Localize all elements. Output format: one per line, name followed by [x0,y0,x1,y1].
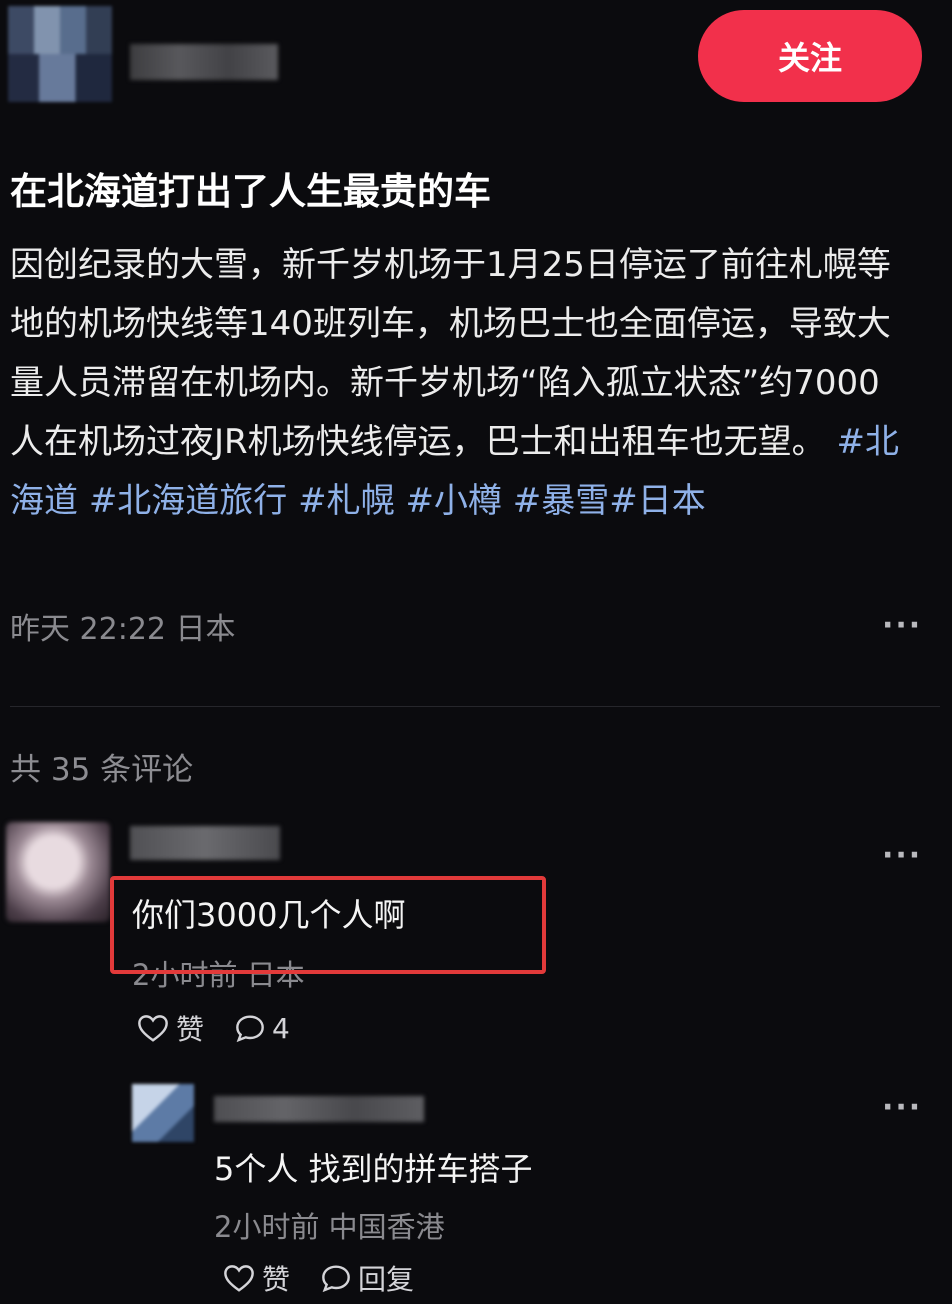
post-title: 在北海道打出了人生最贵的车 [10,170,491,213]
reply-count: 4 [272,1011,290,1045]
more-icon[interactable]: ··· [882,1090,922,1125]
post-detail-page: 关注 在北海道打出了人生最贵的车 因创纪录的大雪，新千岁机场于1月25日停运了前… [0,0,952,1304]
post-header: 关注 [0,0,952,110]
reply-label: 回复 [358,1263,415,1296]
like-button[interactable]: 赞 [136,1008,204,1048]
post-tag[interactable]: #北海道旅行 [89,481,288,521]
post-tag[interactable]: #札幌 [298,481,395,521]
like-button[interactable]: 赞 [222,1258,290,1298]
reply-time: 2小时前 [214,1210,320,1244]
reply-button[interactable]: 回复 [320,1258,414,1298]
more-icon[interactable]: ··· [882,838,922,873]
post-tag[interactable]: #日本 [609,481,706,521]
author-avatar[interactable] [8,6,112,102]
reply-location: 中国香港 [328,1210,445,1244]
comment-count: 共 35 条评论 [10,752,194,788]
divider [10,706,940,707]
highlight-box [110,876,546,974]
like-label: 赞 [176,1013,205,1046]
more-icon[interactable]: ··· [882,608,922,643]
reply-meta: 2小时前 中国香港 [214,1204,445,1246]
replier-avatar[interactable] [132,1084,194,1142]
replier-name-blurred[interactable] [214,1096,424,1122]
comment-bubble-icon [322,1265,350,1293]
comment-actions: 赞 4 [136,1008,320,1048]
post-location: 日本 [175,612,236,647]
like-label: 赞 [262,1263,291,1296]
post-body-text: 因创纪录的大雪，新千岁机场于1月25日停运了前往札幌等地的机场快线等140班列车… [10,245,891,462]
post-tag[interactable]: #暴雪 [513,481,610,521]
comment-bubble-icon [236,1015,264,1043]
author-name-blurred[interactable] [130,44,278,80]
heart-icon [224,1265,254,1292]
heart-icon [138,1015,168,1042]
reply-count-button[interactable]: 4 [234,1012,290,1045]
post-tag[interactable]: #小樽 [405,481,502,521]
post-time: 昨天 22:22 [10,612,166,647]
reply-text: 5个人 找到的拼车搭子 [214,1150,533,1188]
commenter-avatar[interactable] [6,822,110,922]
follow-button[interactable]: 关注 [698,10,922,102]
post-meta: 昨天 22:22 日本 [10,604,236,648]
post-body: 因创纪录的大雪，新千岁机场于1月25日停运了前往札幌等地的机场快线等140班列车… [10,236,910,531]
commenter-name-blurred[interactable] [130,826,280,860]
reply-actions: 赞 回复 [222,1258,444,1298]
